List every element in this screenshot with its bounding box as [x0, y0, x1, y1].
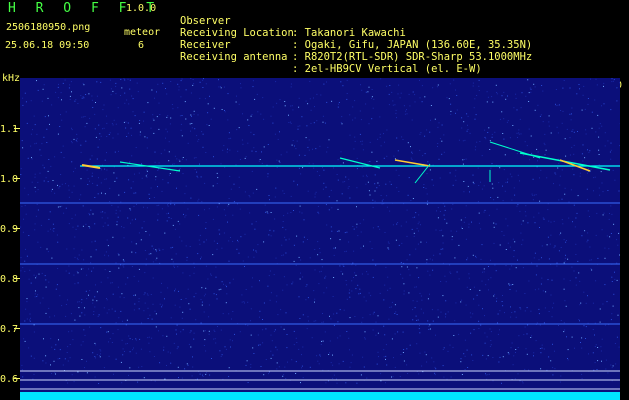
y-tick-mark — [14, 378, 20, 379]
meteor-echo — [414, 163, 431, 184]
noise-layer — [20, 78, 620, 384]
y-tick-mark — [14, 128, 20, 129]
y-axis-unit: kHz — [2, 73, 21, 84]
y-tick-mark — [14, 328, 20, 329]
spectrogram-canvas — [20, 78, 620, 400]
y-tick-label: 0.7 — [0, 324, 19, 335]
y-tick-mark — [14, 178, 20, 179]
y-tick-mark — [14, 278, 20, 279]
info-key: Receiving antenna — [180, 51, 288, 63]
y-tick-label: 1.0 — [0, 174, 19, 185]
signal-level-band — [20, 392, 620, 400]
y-tick-label: 0.9 — [0, 224, 19, 235]
y-tick-label: 1.1 — [0, 124, 19, 135]
y-tick-label: 0.8 — [0, 274, 19, 285]
y-tick-mark — [14, 228, 20, 229]
spectrogram — [20, 78, 620, 400]
hroft-window: H R O F F T 1.0.0 2506180950.png meteor … — [0, 0, 629, 400]
info-value: : 2el-HB9CV Vertical (el. E-W) — [292, 63, 482, 75]
meteor-echo — [394, 159, 431, 167]
y-tick-label: 0.6 — [0, 374, 19, 385]
